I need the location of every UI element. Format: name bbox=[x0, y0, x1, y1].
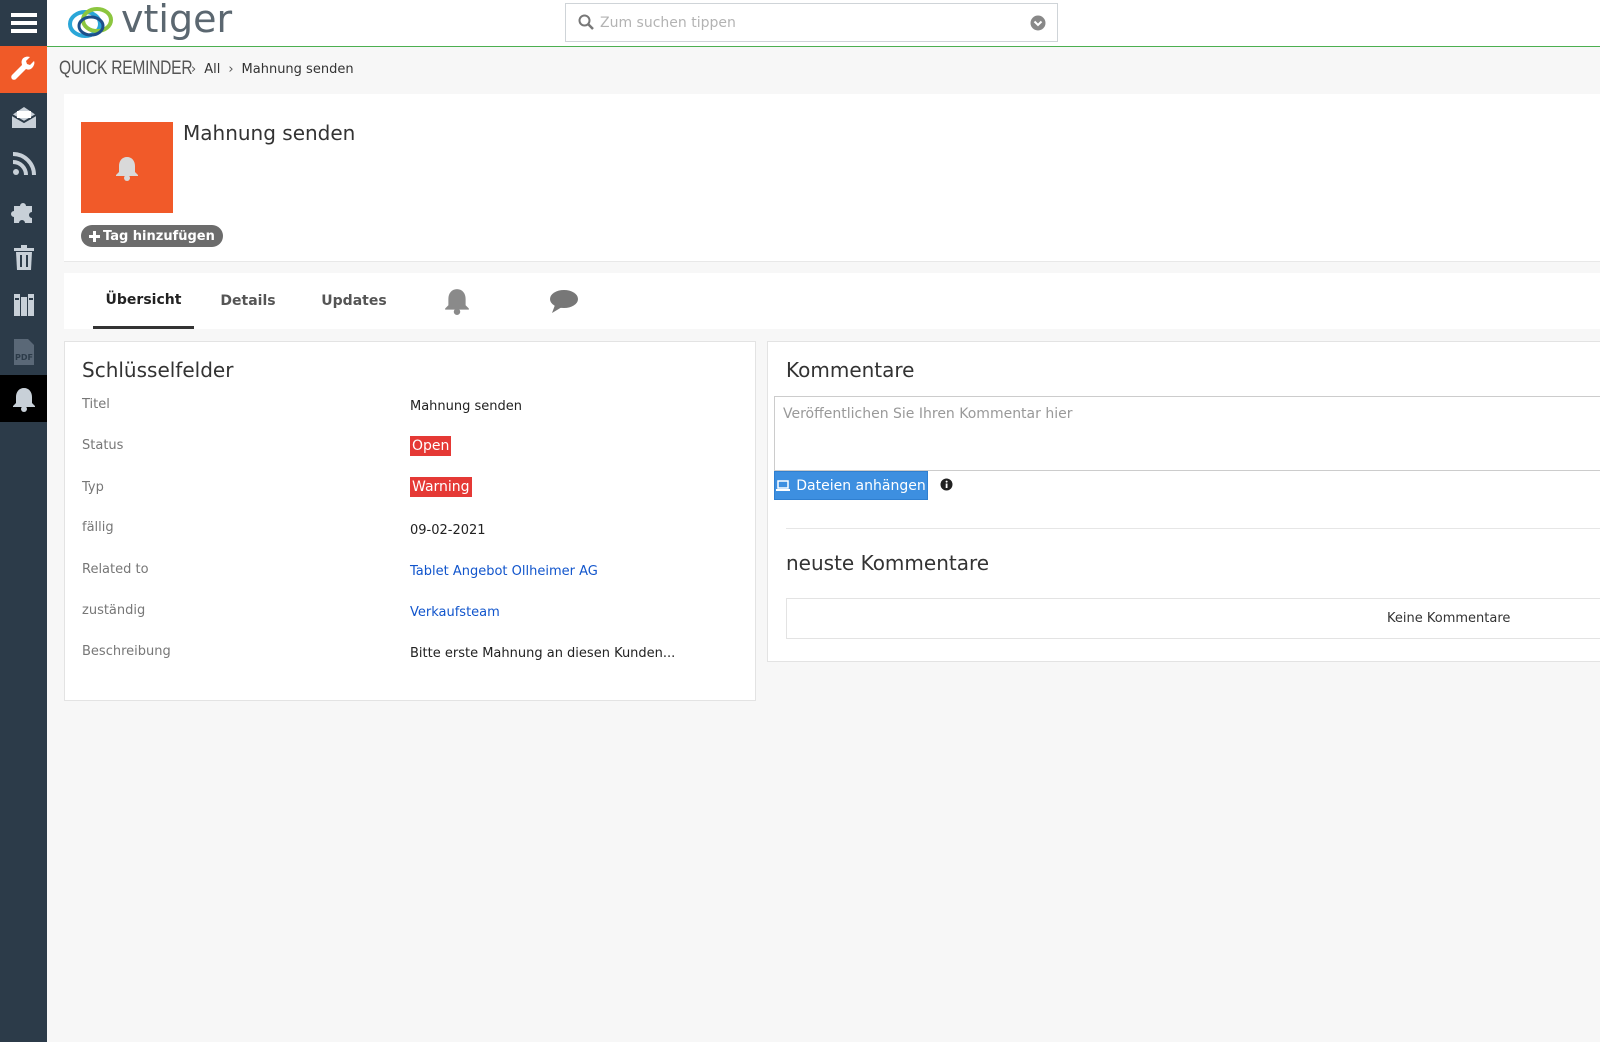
tab-overview[interactable]: Übersicht bbox=[93, 273, 194, 329]
sidebar-item-pdf[interactable]: PDF bbox=[0, 328, 47, 375]
sidebar-item-mail[interactable] bbox=[0, 93, 47, 140]
field-label-status: Status bbox=[82, 438, 124, 453]
search-input[interactable] bbox=[600, 12, 1000, 34]
tab-reminders[interactable] bbox=[432, 273, 482, 329]
sidebar-item-recycle-bin[interactable] bbox=[0, 234, 47, 281]
recent-comments-heading: neuste Kommentare bbox=[786, 551, 990, 575]
top-bar: vtiger bbox=[47, 0, 1600, 47]
field-label-title: Titel bbox=[82, 397, 110, 412]
field-label-assigned: zuständig bbox=[82, 603, 146, 618]
laptop-icon bbox=[776, 480, 791, 491]
puzzle-icon bbox=[10, 202, 32, 223]
status-badge: Open bbox=[410, 436, 452, 456]
info-icon[interactable] bbox=[940, 478, 953, 491]
tab-updates-label: Updates bbox=[321, 293, 387, 309]
comments-heading: Kommentare bbox=[786, 358, 915, 382]
attach-files-button[interactable]: Dateien anhängen bbox=[774, 471, 928, 500]
field-value-type: Warning bbox=[410, 477, 472, 497]
add-tag-label: Tag hinzufügen bbox=[103, 228, 215, 244]
svg-text:PDF: PDF bbox=[15, 353, 33, 362]
field-value-title: Mahnung senden bbox=[410, 399, 523, 414]
no-comments-text: Keine Kommentare bbox=[1387, 611, 1511, 626]
bell-icon bbox=[445, 289, 469, 315]
pdf-icon: PDF bbox=[13, 338, 34, 365]
comment-icon bbox=[550, 290, 578, 313]
plus-icon bbox=[89, 230, 100, 242]
rss-icon bbox=[12, 151, 36, 175]
comment-input[interactable] bbox=[775, 397, 1600, 470]
record-title: Mahnung senden bbox=[183, 121, 356, 145]
menu-icon bbox=[10, 13, 37, 33]
tab-overview-label: Übersicht bbox=[105, 291, 182, 308]
bell-icon bbox=[12, 387, 35, 412]
tab-comments[interactable] bbox=[539, 273, 589, 329]
global-search[interactable] bbox=[565, 3, 1058, 42]
record-tabs: Übersicht Details Updates bbox=[64, 273, 1600, 329]
logo-text: vtiger bbox=[121, 0, 233, 41]
breadcrumb-list[interactable]: All bbox=[204, 62, 220, 77]
sidebar: PDF bbox=[0, 0, 47, 1042]
menu-toggle-button[interactable] bbox=[0, 0, 47, 46]
book-icon bbox=[13, 293, 34, 316]
bottom-strip bbox=[0, 1042, 1600, 1064]
record-image bbox=[81, 122, 173, 213]
chevron-down-icon[interactable] bbox=[1030, 15, 1046, 31]
sidebar-item-quick-reminder[interactable] bbox=[0, 375, 47, 422]
field-label-description: Beschreibung bbox=[82, 644, 171, 659]
field-label-related: Related to bbox=[82, 562, 149, 577]
main-content: QUICK REMINDER › All › Mahnung senden Ma… bbox=[47, 47, 1600, 1042]
wrench-icon bbox=[10, 56, 34, 80]
tab-details[interactable]: Details bbox=[209, 273, 287, 329]
field-label-type: Typ bbox=[82, 480, 104, 495]
mail-icon bbox=[10, 106, 37, 128]
divider bbox=[786, 528, 1600, 529]
breadcrumb-module[interactable]: QUICK REMINDER bbox=[59, 58, 193, 80]
field-value-description: Bitte erste Mahnung an diesen Kunden... bbox=[410, 646, 676, 661]
sidebar-item-tools[interactable] bbox=[0, 46, 47, 93]
trash-icon bbox=[13, 244, 34, 270]
breadcrumb: QUICK REMINDER › All › Mahnung senden bbox=[59, 56, 354, 82]
record-header: Mahnung senden Tag hinzufügen bbox=[64, 94, 1600, 262]
attach-files-label: Dateien anhängen bbox=[796, 477, 926, 494]
add-tag-button[interactable]: Tag hinzufügen bbox=[81, 225, 223, 247]
key-fields-panel: Schlüsselfelder Titel Mahnung senden Sta… bbox=[64, 341, 756, 701]
sidebar-item-rss[interactable] bbox=[0, 140, 47, 187]
no-comments-box: Keine Kommentare bbox=[786, 598, 1600, 639]
sidebar-item-extensions[interactable] bbox=[0, 187, 47, 234]
field-value-related-link[interactable]: Tablet Angebot Ollheimer AG bbox=[410, 564, 598, 579]
chevron-right-icon: › bbox=[228, 61, 234, 77]
comment-box bbox=[774, 396, 1600, 471]
key-fields-heading: Schlüsselfelder bbox=[82, 358, 234, 382]
tab-updates[interactable]: Updates bbox=[312, 273, 396, 329]
vtiger-logo[interactable]: vtiger bbox=[65, 0, 232, 44]
vtiger-logo-icon bbox=[68, 7, 113, 38]
bell-icon bbox=[116, 156, 138, 181]
tab-details-label: Details bbox=[220, 293, 276, 309]
field-label-due: fällig bbox=[82, 520, 114, 535]
field-value-due: 09-02-2021 bbox=[410, 523, 486, 538]
type-badge: Warning bbox=[410, 477, 472, 497]
search-icon bbox=[578, 14, 594, 30]
field-value-status: Open bbox=[410, 436, 452, 456]
field-value-assigned-link[interactable]: Verkaufsteam bbox=[410, 605, 500, 620]
breadcrumb-record: Mahnung senden bbox=[241, 61, 354, 77]
sidebar-item-books[interactable] bbox=[0, 281, 47, 328]
comments-panel: Kommentare Dateien anhängen neuste Komme… bbox=[767, 341, 1600, 662]
